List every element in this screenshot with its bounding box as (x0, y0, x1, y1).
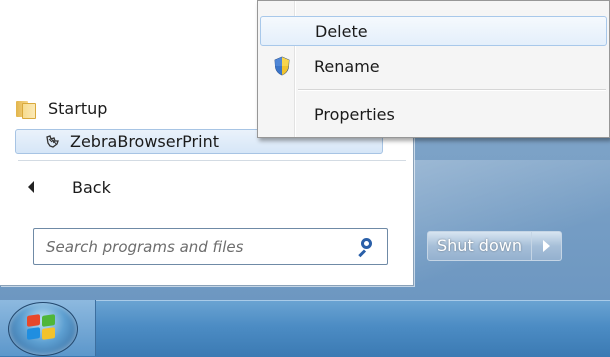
context-menu-item-rename[interactable]: Rename (260, 51, 607, 81)
context-menu-separator (298, 89, 606, 91)
rename-label: Rename (314, 56, 380, 76)
back-button[interactable]: Back (28, 174, 111, 200)
startup-folder-label: Startup (48, 98, 108, 118)
context-menu-item-delete[interactable]: Delete (260, 16, 607, 46)
search-icon[interactable] (355, 236, 377, 258)
search-box[interactable] (33, 228, 388, 265)
zebra-app-icon (44, 134, 60, 150)
uac-shield-icon (274, 56, 290, 76)
menu-separator (18, 160, 406, 161)
glass-reflection (410, 160, 610, 300)
delete-label: Delete (315, 21, 368, 41)
properties-label: Properties (314, 104, 395, 124)
shutdown-control: Shut down (427, 231, 562, 261)
back-arrow-icon (28, 181, 34, 193)
context-menu: Delete Rename Properties (257, 0, 610, 138)
folder-icon (14, 99, 36, 119)
zebra-browser-print-label: ZebraBrowserPrint (70, 132, 219, 151)
shutdown-button[interactable]: Shut down (427, 231, 532, 261)
context-menu-item-properties[interactable]: Properties (260, 99, 607, 129)
start-button[interactable] (8, 302, 78, 356)
back-label: Back (72, 177, 111, 197)
windows-logo-icon (27, 314, 57, 341)
triangle-right-icon (542, 240, 550, 252)
shutdown-options-button[interactable] (531, 231, 562, 261)
search-input[interactable] (34, 230, 355, 263)
